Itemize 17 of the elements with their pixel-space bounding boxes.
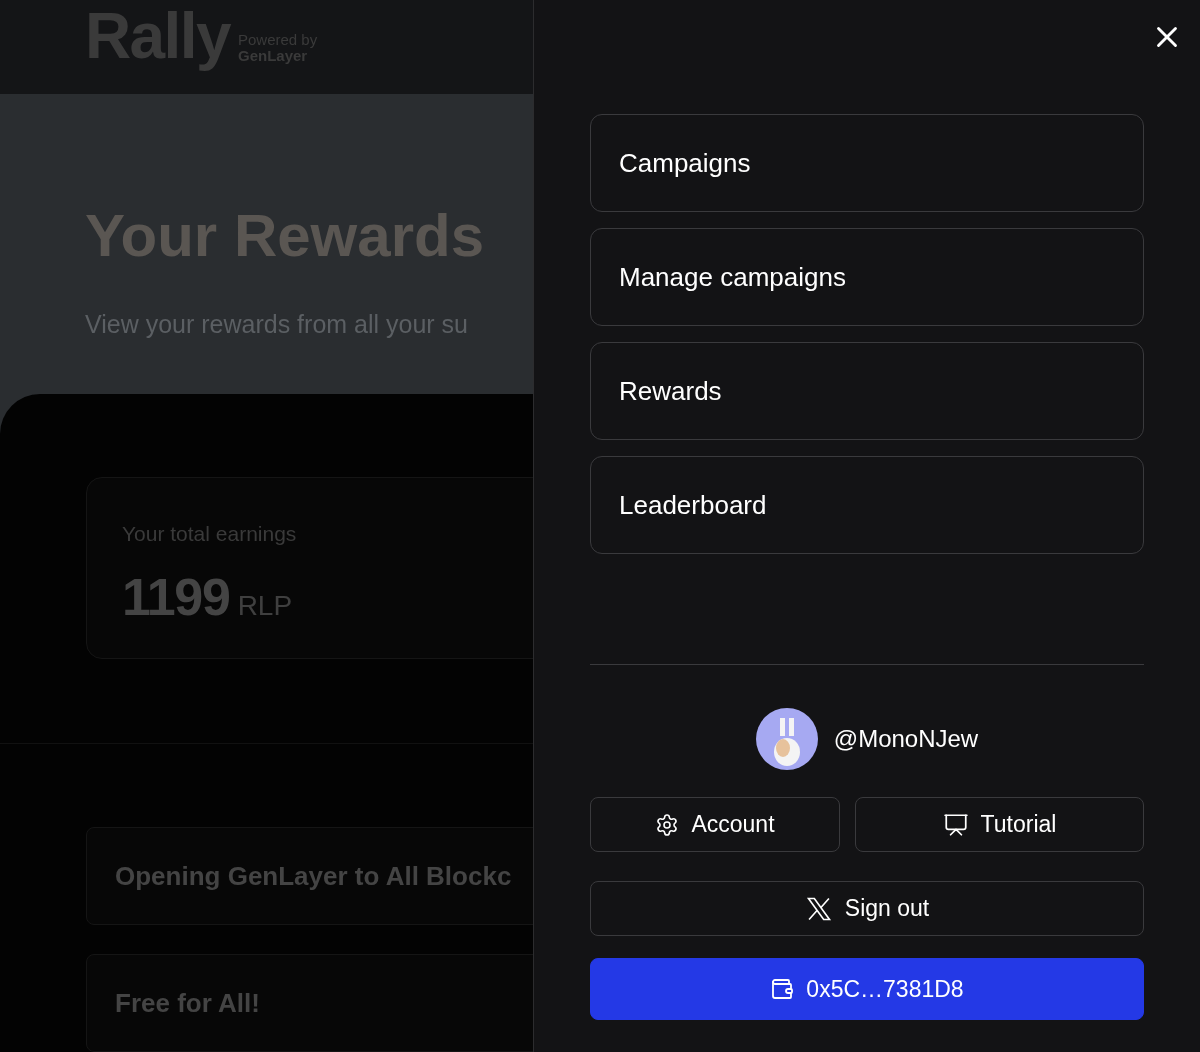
account-button[interactable]: Account bbox=[590, 797, 840, 852]
menu-item[interactable]: Rewards bbox=[590, 342, 1144, 440]
user-handle: @MonoNJew bbox=[833, 724, 979, 754]
settings-icon bbox=[655, 812, 680, 837]
menu-item[interactable]: Manage campaigns bbox=[590, 228, 1144, 326]
menu-item[interactable]: Leaderboard bbox=[590, 456, 1144, 554]
presentation-icon bbox=[942, 811, 969, 838]
menu-item[interactable]: Campaigns bbox=[590, 114, 1144, 212]
sign-out-button[interactable]: Sign out bbox=[590, 881, 1144, 936]
avatar bbox=[755, 708, 818, 770]
wallet-address-button[interactable]: 0x5C…7381D8 bbox=[590, 958, 1144, 1020]
campaign-title: Opening GenLayer to All Blockc bbox=[115, 859, 512, 893]
tutorial-button[interactable]: Tutorial bbox=[855, 797, 1144, 852]
wallet-icon bbox=[770, 977, 795, 1001]
earnings-amount: 1199 bbox=[122, 566, 230, 628]
earnings-unit: RLP bbox=[237, 588, 293, 623]
campaign-title: Free for All! bbox=[115, 986, 260, 1020]
